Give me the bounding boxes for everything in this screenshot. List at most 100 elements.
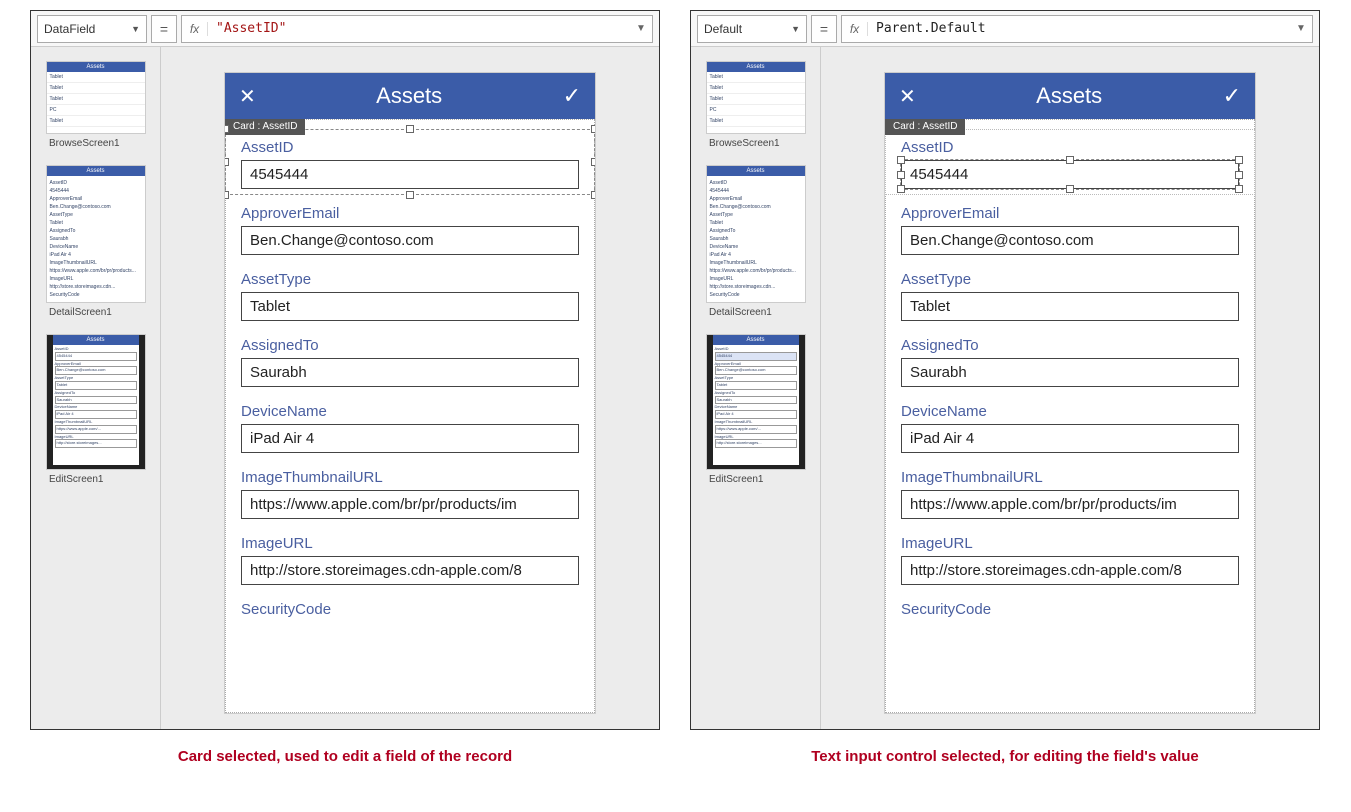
selection-badge: Card : AssetID [885, 119, 965, 135]
field-label: ImageThumbnailURL [241, 469, 579, 486]
field-label: DeviceName [901, 403, 1239, 420]
field-input[interactable]: Saurabh [901, 358, 1239, 387]
field-label: DeviceName [241, 403, 579, 420]
card-securitycode[interactable]: SecurityCode [225, 591, 595, 628]
field-label: AssetID [901, 139, 1239, 156]
field-input[interactable]: https://www.apple.com/br/pr/products/im [241, 490, 579, 519]
chevron-down-icon: ▼ [131, 24, 140, 34]
edit-screen-thumb[interactable]: Assets AssetID4545444 ApproverEmailBen.C… [46, 334, 146, 470]
field-label: AssetID [241, 139, 579, 156]
card-imagethumbnailurl[interactable]: ImageThumbnailURL https://www.apple.com/… [225, 459, 595, 525]
more-icon[interactable]: ⋮ [30, 67, 33, 69]
design-canvas[interactable]: ✕ Assets ✓ Card : AssetID AssetID 454544… [161, 47, 659, 729]
field-input[interactable]: https://www.apple.com/br/pr/products/im [901, 490, 1239, 519]
card-devicename[interactable]: DeviceName iPad Air 4 [885, 393, 1255, 459]
screen-header: ✕ Assets ✓ [225, 73, 595, 119]
card-securitycode[interactable]: SecurityCode [885, 591, 1255, 628]
more-icon[interactable]: ⋮ [690, 340, 693, 342]
property-selector[interactable]: DataField ▼ [37, 15, 147, 43]
property-selector[interactable]: Default ▼ [697, 15, 807, 43]
phone-preview: ✕ Assets ✓ Card : AssetID AssetID 454544… [885, 73, 1255, 713]
check-icon[interactable]: ✓ [1223, 83, 1241, 109]
detail-screen-thumb[interactable]: Assets AssetID4545444ApproverEmailBen.Ch… [46, 165, 146, 303]
thumb-label: EditScreen1 [695, 472, 816, 495]
fx-icon: fx [182, 22, 208, 36]
card-approveremail[interactable]: ApproverEmail Ben.Change@contoso.com [885, 195, 1255, 261]
equals-button[interactable]: = [811, 15, 837, 43]
field-label: SecurityCode [901, 601, 1239, 618]
field-label: ApproverEmail [241, 205, 579, 222]
card-assettype[interactable]: AssetType Tablet [885, 261, 1255, 327]
right-caption: Text input control selected, for editing… [690, 748, 1320, 765]
card-assignedto[interactable]: AssignedTo Saurabh [225, 327, 595, 393]
card-assetid[interactable]: AssetID 4545444 [885, 129, 1255, 195]
card-imageurl[interactable]: ImageURL http://store.storeimages.cdn-ap… [885, 525, 1255, 591]
field-label: ImageThumbnailURL [901, 469, 1239, 486]
formula-bar: Default ▼ = fx Parent.Default ▼ [691, 11, 1319, 47]
field-input[interactable]: http://store.storeimages.cdn-apple.com/8 [901, 556, 1239, 585]
edit-screen-thumb[interactable]: Assets AssetID4545444 ApproverEmailBen.C… [706, 334, 806, 470]
chevron-down-icon[interactable]: ▼ [630, 23, 652, 34]
field-input[interactable]: Tablet [241, 292, 579, 321]
close-icon[interactable]: ✕ [239, 84, 256, 109]
field-label: ImageURL [901, 535, 1239, 552]
formula-value: "AssetID" [208, 21, 294, 36]
more-icon[interactable]: ⋮ [690, 171, 693, 173]
field-label: ImageURL [241, 535, 579, 552]
field-label: SecurityCode [241, 601, 579, 618]
left-panel: DataField ▼ = fx "AssetID" ▼ ⋮ Assets Ta… [30, 10, 660, 730]
card-assettype[interactable]: AssetType Tablet [225, 261, 595, 327]
card-assetid[interactable]: AssetID 4545444 [225, 129, 595, 195]
design-canvas[interactable]: ✕ Assets ✓ Card : AssetID AssetID 454544… [821, 47, 1319, 729]
screen-thumbnails: ⋮ Assets Tablet Tablet Tablet PC Tablet … [691, 47, 821, 729]
field-input[interactable]: Ben.Change@contoso.com [241, 226, 579, 255]
field-input[interactable]: Saurabh [241, 358, 579, 387]
formula-value: Parent.Default [868, 21, 994, 36]
thumb-label: BrowseScreen1 [695, 136, 816, 159]
left-caption: Card selected, used to edit a field of t… [30, 748, 660, 765]
more-icon[interactable]: ⋮ [30, 171, 33, 173]
property-name: Default [704, 22, 742, 36]
right-panel: Default ▼ = fx Parent.Default ▼ ⋮ Assets… [690, 10, 1320, 730]
field-label: AssetType [901, 271, 1239, 288]
field-input[interactable]: Ben.Change@contoso.com [901, 226, 1239, 255]
chevron-down-icon[interactable]: ▼ [1290, 23, 1312, 34]
screen-header: ✕ Assets ✓ [885, 73, 1255, 119]
field-input[interactable]: 4545444 [241, 160, 579, 189]
more-icon[interactable]: ⋮ [30, 340, 33, 342]
screen-thumbnails: ⋮ Assets Tablet Tablet Tablet PC Tablet … [31, 47, 161, 729]
screen-title: Assets [256, 83, 563, 109]
card-imagethumbnailurl[interactable]: ImageThumbnailURL https://www.apple.com/… [885, 459, 1255, 525]
field-input[interactable]: Tablet [901, 292, 1239, 321]
field-input[interactable]: http://store.storeimages.cdn-apple.com/8 [241, 556, 579, 585]
equals-button[interactable]: = [151, 15, 177, 43]
formula-input[interactable]: fx Parent.Default ▼ [841, 15, 1313, 43]
field-label: AssetType [241, 271, 579, 288]
card-devicename[interactable]: DeviceName iPad Air 4 [225, 393, 595, 459]
field-label: AssignedTo [241, 337, 579, 354]
field-input[interactable]: iPad Air 4 [901, 424, 1239, 453]
field-label: AssignedTo [901, 337, 1239, 354]
formula-bar: DataField ▼ = fx "AssetID" ▼ [31, 11, 659, 47]
more-icon[interactable]: ⋮ [690, 67, 693, 69]
browse-screen-thumb[interactable]: Assets Tablet Tablet Tablet PC Tablet [46, 61, 146, 134]
chevron-down-icon: ▼ [791, 24, 800, 34]
close-icon[interactable]: ✕ [899, 84, 916, 109]
detail-screen-thumb[interactable]: Assets AssetID4545444ApproverEmailBen.Ch… [706, 165, 806, 303]
card-assignedto[interactable]: AssignedTo Saurabh [885, 327, 1255, 393]
formula-input[interactable]: fx "AssetID" ▼ [181, 15, 653, 43]
card-approveremail[interactable]: ApproverEmail Ben.Change@contoso.com [225, 195, 595, 261]
thumb-label: DetailScreen1 [695, 305, 816, 328]
selection-badge: Card : AssetID [225, 119, 305, 135]
field-label: ApproverEmail [901, 205, 1239, 222]
property-name: DataField [44, 22, 95, 36]
card-imageurl[interactable]: ImageURL http://store.storeimages.cdn-ap… [225, 525, 595, 591]
field-input[interactable]: iPad Air 4 [241, 424, 579, 453]
check-icon[interactable]: ✓ [563, 83, 581, 109]
browse-screen-thumb[interactable]: Assets Tablet Tablet Tablet PC Tablet [706, 61, 806, 134]
fx-icon: fx [842, 22, 868, 36]
phone-preview: ✕ Assets ✓ Card : AssetID AssetID 454544… [225, 73, 595, 713]
screen-title: Assets [916, 83, 1223, 109]
thumb-label: BrowseScreen1 [35, 136, 156, 159]
thumb-label: EditScreen1 [35, 472, 156, 495]
